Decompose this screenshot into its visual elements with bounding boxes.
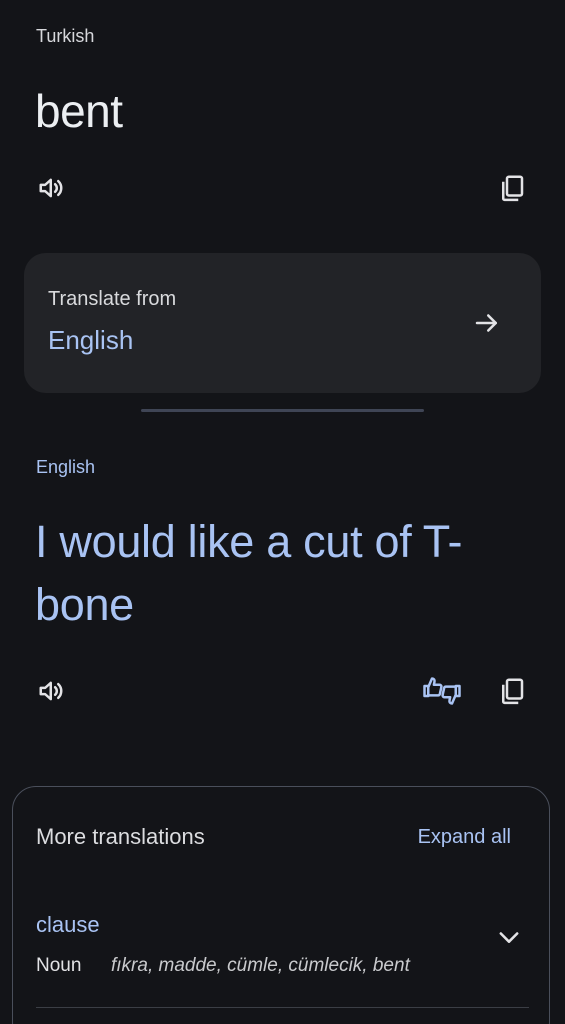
entry-part-of-speech: Noun [36, 955, 82, 976]
source-language-label: Turkish [36, 26, 95, 46]
translate-from-label: Translate from [48, 288, 177, 310]
speaker-icon [39, 178, 63, 198]
thumbs-feedback-icon [423, 677, 461, 705]
copy-icon [502, 175, 524, 202]
source-copy-button[interactable] [492, 168, 532, 208]
more-translations-title: More translations [36, 824, 205, 849]
arrow-right-icon [475, 314, 497, 332]
entry-expand-button[interactable] [489, 917, 529, 957]
copy-icon [502, 678, 524, 705]
feedback-button[interactable] [422, 671, 462, 711]
entry-synonyms: fıkra, madde, cümle, cümlecik, bent [111, 955, 410, 976]
entry-divider [36, 1007, 529, 1008]
entry-word: clause [36, 912, 100, 937]
chevron-down-icon [499, 932, 519, 943]
translate-from-card[interactable]: Translate from English [24, 253, 541, 393]
source-text[interactable]: bent [35, 84, 123, 138]
source-listen-button[interactable] [32, 168, 72, 208]
expand-all-button[interactable]: Expand all [418, 826, 511, 849]
target-listen-button[interactable] [32, 671, 72, 711]
target-copy-button[interactable] [492, 671, 532, 711]
more-translations-card: More translations Expand all clause Noun… [12, 786, 550, 1024]
translation-screen: Turkish bent Translate from English Engl… [0, 0, 565, 1024]
speaker-icon [39, 681, 63, 701]
translate-from-language: English [48, 325, 134, 355]
translate-from-arrow-button[interactable] [467, 303, 507, 343]
drag-handle[interactable] [141, 409, 424, 412]
target-text: I would like a cut of T-bone [35, 516, 463, 630]
target-language-label: English [36, 457, 96, 477]
